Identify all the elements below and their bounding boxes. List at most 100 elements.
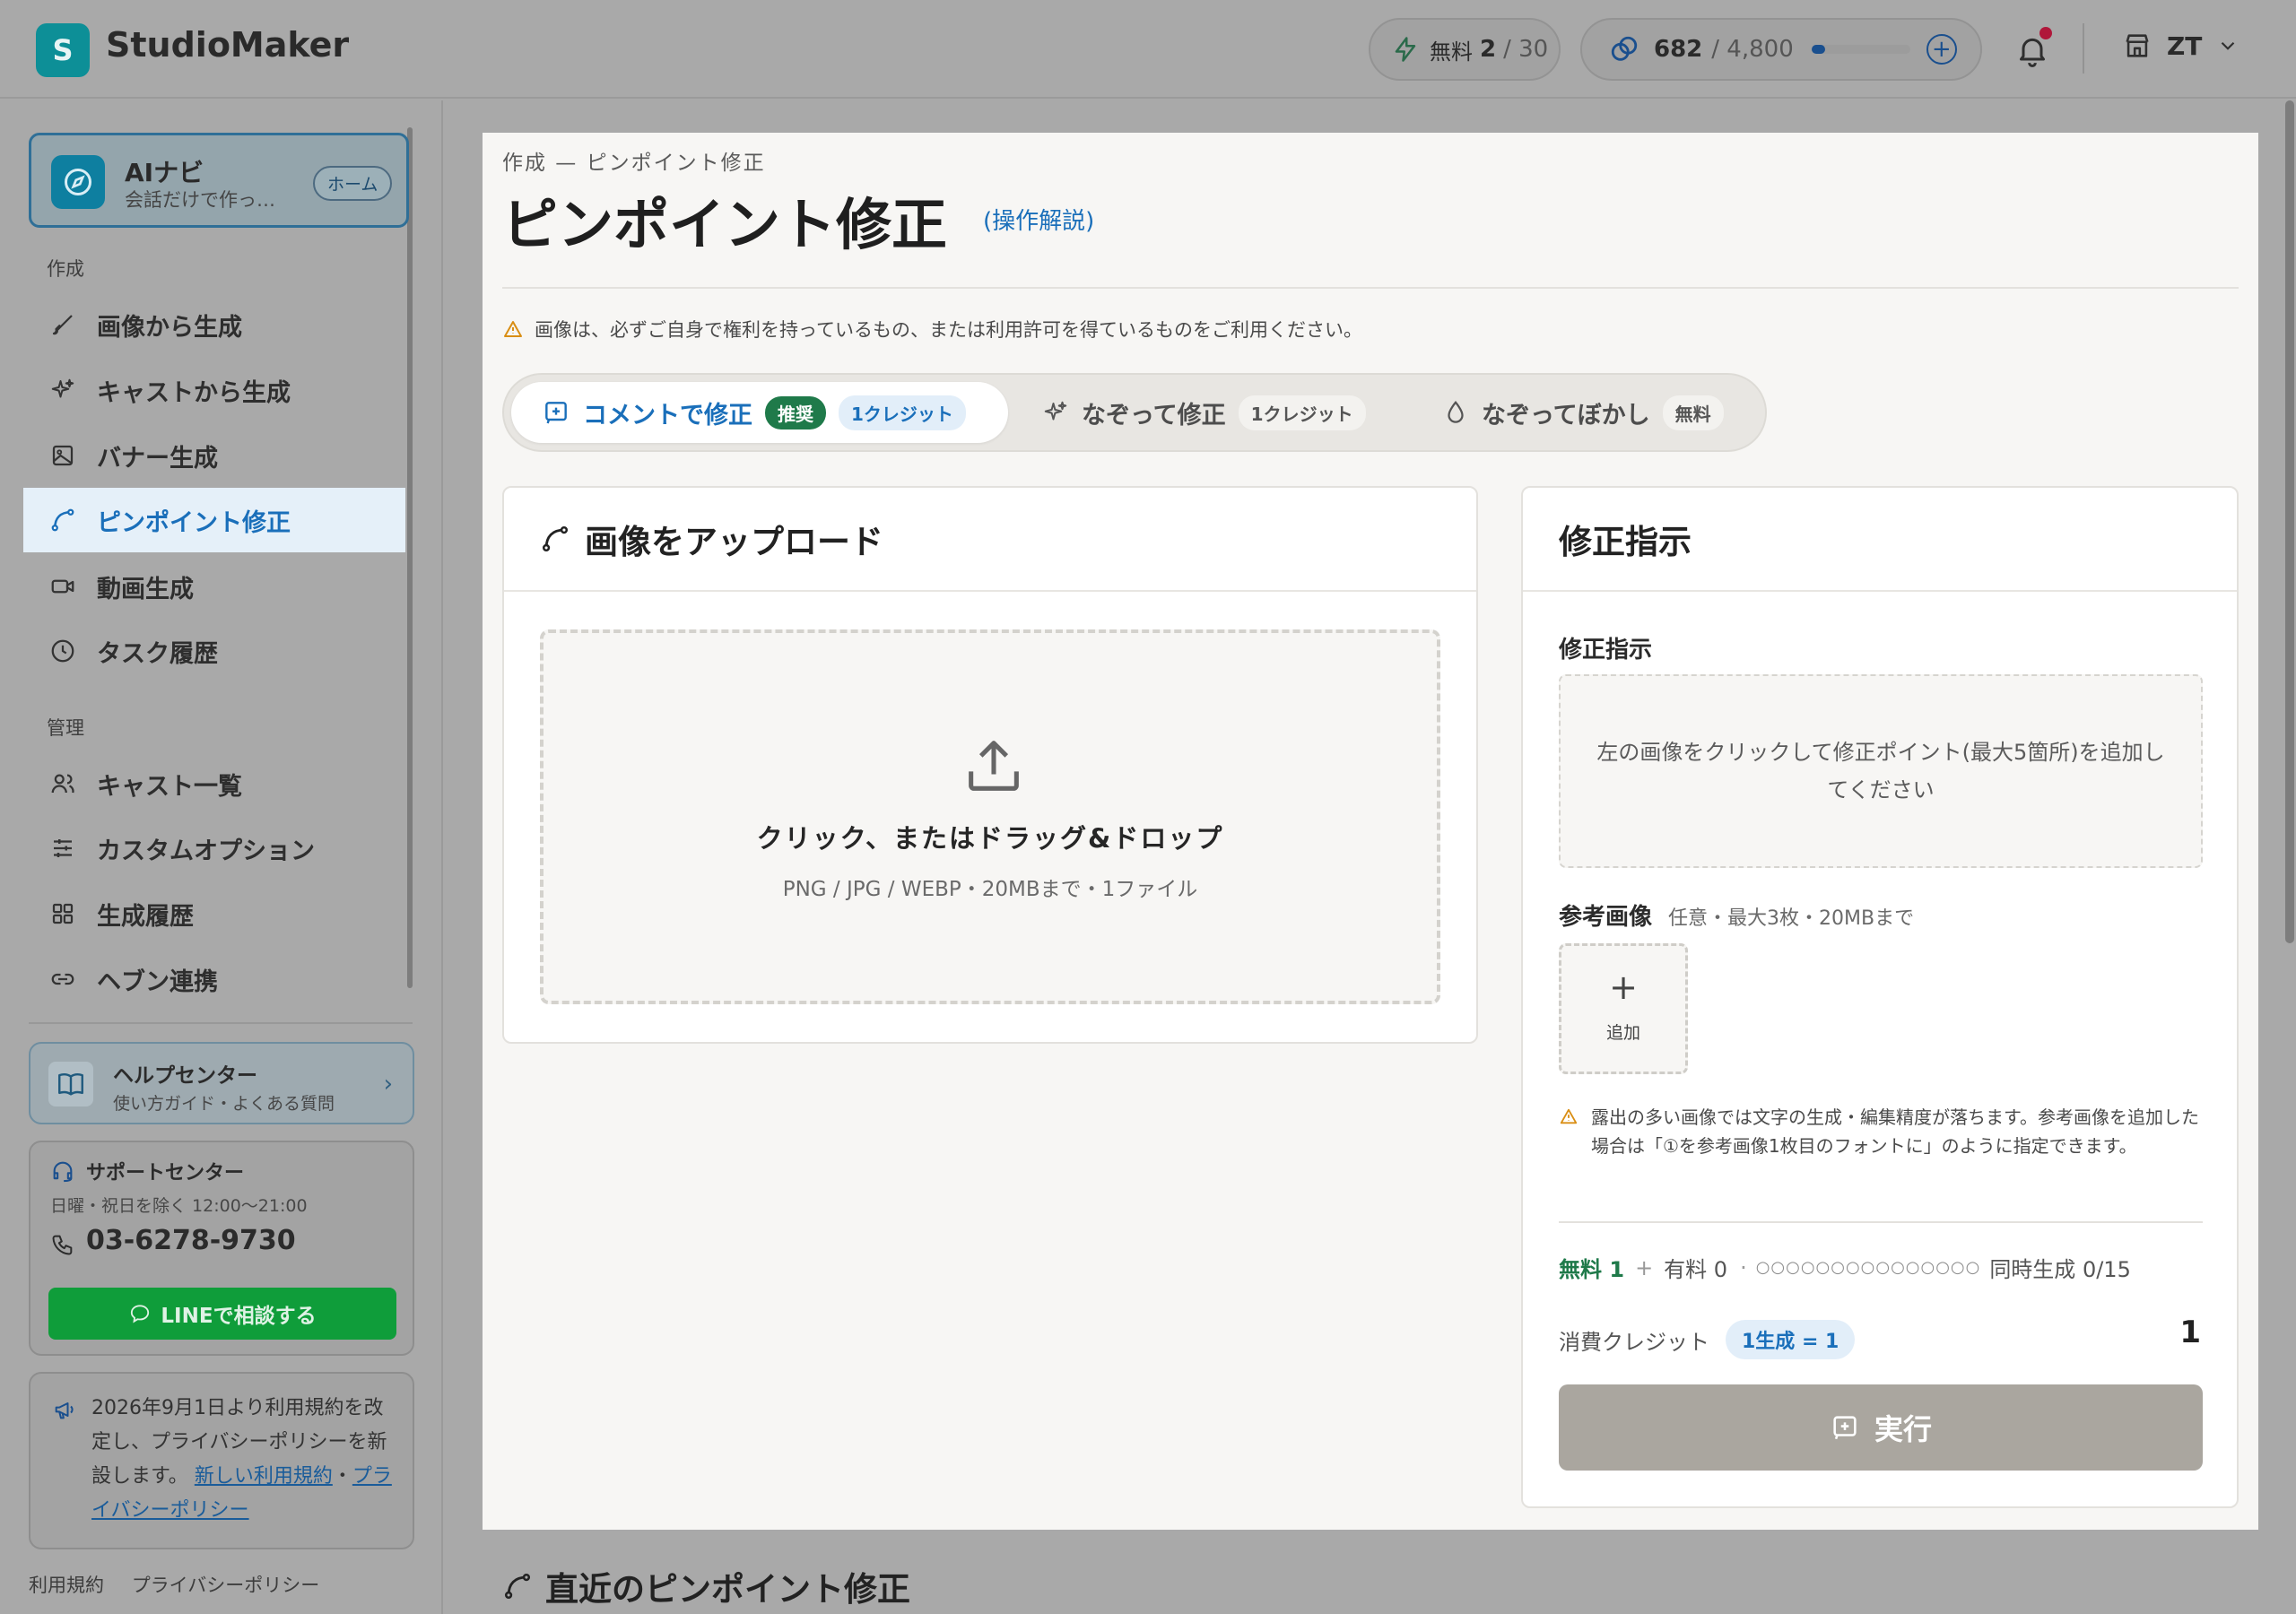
sidebar-item-label: 画像から生成: [97, 313, 242, 342]
upload-panel: 画像をアップロード クリック、またはドラッグ&ドロップ PNG / JPG / …: [502, 486, 1478, 1044]
ainavi-title: AIナビ: [125, 158, 204, 187]
book-icon: [48, 1062, 93, 1106]
sidebar-item-cast-list[interactable]: キャスト一覧: [23, 751, 405, 816]
top-bar: S StudioMaker 無料 2 / 30 682 / 4,800 + ZT: [0, 0, 2296, 99]
grid-icon: [45, 896, 81, 932]
tab-trace-blur[interactable]: なぞってぼかし 無料: [1442, 382, 1724, 443]
caution-text: 露出の多い画像では文字の生成・編集精度が落ちます。参考画像を追加した場合は「①を…: [1591, 1106, 2199, 1157]
clock-icon: [45, 633, 81, 669]
phone-icon: [52, 1235, 73, 1255]
store-icon: [2126, 34, 2149, 57]
pen-curve-icon: [45, 502, 81, 538]
megaphone-icon: [55, 1402, 74, 1419]
warning-icon: [1560, 1108, 1578, 1124]
chat-bubble-icon: [131, 1305, 150, 1323]
footer-terms-link[interactable]: 利用規約: [29, 1575, 104, 1596]
upload-title: 画像をアップロード: [540, 515, 883, 563]
fix-instruction-panel: 修正指示 修正指示 左の画像をクリックして修正ポイント(最大5箇所)を追加してく…: [1521, 486, 2239, 1508]
sidebar-item-label: ヘブン連携: [97, 968, 218, 996]
upload-title-text: 画像をアップロード: [585, 523, 883, 561]
fix-placeholder: 左の画像をクリックして修正ポイント(最大5箇所)を追加してください: [1596, 740, 2165, 803]
tab-price-badge: 無料: [1662, 395, 1724, 430]
add-reference-button[interactable]: + 追加: [1559, 943, 1688, 1074]
credits-progress: [1811, 45, 1910, 54]
run-button[interactable]: 実行: [1559, 1384, 2203, 1471]
sparkle-icon: [45, 372, 81, 408]
sidebar-item-custom-options[interactable]: カスタムオプション: [23, 816, 405, 881]
upload-dropzone[interactable]: クリック、またはドラッグ&ドロップ PNG / JPG / WEBP・20MBま…: [540, 629, 1440, 1004]
brush-icon: [45, 307, 81, 343]
help-center-card[interactable]: ヘルプセンター 使い方ガイド・よくある質問 ›: [29, 1042, 414, 1124]
rights-warning: 画像は、必ずご自身で権利を持っているもの、または利用許可を得ているものをご利用く…: [502, 316, 1362, 343]
sidebar-item-gen-history[interactable]: 生成履歴: [23, 881, 405, 946]
free-quota-pill[interactable]: 無料 2 / 30: [1369, 18, 1561, 81]
headset-icon: [53, 1161, 73, 1183]
title-divider: [502, 287, 2239, 289]
ainavi-card[interactable]: AIナビ 会話だけで作っ… ホーム: [29, 133, 409, 228]
sidebar-item-label: ピンポイント修正: [97, 508, 291, 537]
sidebar-item-cast-gen[interactable]: キャストから生成: [23, 358, 405, 422]
dropzone-title: クリック、またはドラッグ&ドロップ: [756, 823, 1224, 854]
line-consult-button[interactable]: LINEで相談する: [48, 1288, 396, 1340]
run-label: 実行: [1874, 1412, 1932, 1446]
recommended-badge: 推奨: [765, 395, 826, 430]
user-initials: ZT: [2167, 30, 2203, 61]
comment-plus-icon: [545, 402, 567, 424]
tab-comment-fix[interactable]: コメントで修正 推奨 1クレジット: [511, 382, 1008, 443]
sidebar-item-task-history[interactable]: タスク履歴: [23, 619, 405, 683]
user-menu[interactable]: ZT: [2122, 30, 2239, 61]
users-icon: [45, 766, 81, 802]
drop-icon: [1448, 401, 1464, 423]
free-total: / 30: [1503, 36, 1549, 63]
warning-icon: [504, 321, 522, 337]
main-scrollbar[interactable]: [2285, 100, 2294, 943]
pen-curve-icon: [542, 525, 569, 552]
cost-value: 1: [2179, 1315, 2201, 1350]
reference-image-label: 参考画像: [1559, 904, 1653, 931]
sidebar-item-label: キャストから生成: [97, 378, 291, 407]
credit-pill[interactable]: 682 / 4,800 +: [1580, 18, 1982, 81]
notice-separator: ・: [332, 1465, 352, 1488]
notification-dot: [2039, 27, 2052, 39]
sparkle-icon: [1044, 401, 1067, 421]
sidebar-item-label: 生成履歴: [97, 902, 194, 931]
comment-plus-icon: [1833, 1416, 1857, 1440]
caution-note: 露出の多い画像では文字の生成・編集精度が落ちます。参考画像を追加した場合は「①を…: [1559, 1103, 2203, 1160]
sidebar-item-image-gen[interactable]: 画像から生成: [23, 292, 405, 357]
upload-panel-header: 画像をアップロード: [504, 488, 1476, 592]
home-badge: ホーム: [313, 166, 393, 201]
help-subtitle: 使い方ガイド・よくある質問: [113, 1094, 335, 1114]
sidebar-item-label: キャスト一覧: [97, 772, 242, 801]
credits-total: / 4,800: [1711, 36, 1794, 63]
sidebar-item-video-gen[interactable]: 動画生成: [23, 554, 405, 619]
notice-card: 2026年9月1日より利用規約を改定し、プライバシーポリシーを新設します。 新し…: [29, 1372, 414, 1549]
plus-icon: +: [1609, 968, 1638, 1007]
support-phone[interactable]: 03-6278-9730: [86, 1225, 296, 1256]
sidebar-divider: [29, 1022, 413, 1024]
footer-privacy-link[interactable]: プライバシーポリシー: [132, 1575, 320, 1596]
sidebar-scrollbar[interactable]: [407, 127, 413, 988]
bolt-icon: [1395, 37, 1416, 62]
free-label: 無料: [1430, 39, 1473, 65]
sidebar-item-heaven-link[interactable]: ヘブン連携: [23, 947, 405, 1011]
add-credit-button[interactable]: +: [1926, 34, 1957, 65]
support-center-card: サポートセンター 日曜・祝日を除く 12:00〜21:00 03-6278-97…: [29, 1141, 414, 1356]
warning-text: 画像は、必ずご自身で権利を持っているもの、または利用許可を得ているものをご利用く…: [535, 319, 1362, 341]
fix-points-area[interactable]: 左の画像をクリックして修正ポイント(最大5箇所)を追加してください: [1559, 674, 2203, 868]
sidebar-item-label: カスタムオプション: [97, 837, 315, 865]
video-icon: [45, 568, 81, 604]
help-title: ヘルプセンター: [113, 1064, 257, 1088]
fix-panel-header: 修正指示: [1523, 488, 2237, 592]
app-logo[interactable]: S: [36, 23, 90, 77]
support-title: サポートセンター: [86, 1162, 245, 1184]
sidebar-item-pinpoint-fix[interactable]: ピンポイント修正: [23, 488, 405, 552]
link-icon: [45, 961, 81, 997]
howto-link[interactable]: (操作解説): [983, 203, 1094, 236]
tab-trace-fix[interactable]: なぞって修正 1クレジット: [1042, 382, 1366, 443]
app-name[interactable]: StudioMaker: [106, 25, 349, 65]
tab-label: なぞってぼかし: [1482, 401, 1650, 430]
terms-link[interactable]: 新しい利用規約: [195, 1465, 333, 1488]
tab-label: コメントで修正: [583, 401, 752, 430]
upload-icon: [969, 741, 1019, 791]
sidebar-item-banner-gen[interactable]: バナー生成: [23, 423, 405, 488]
